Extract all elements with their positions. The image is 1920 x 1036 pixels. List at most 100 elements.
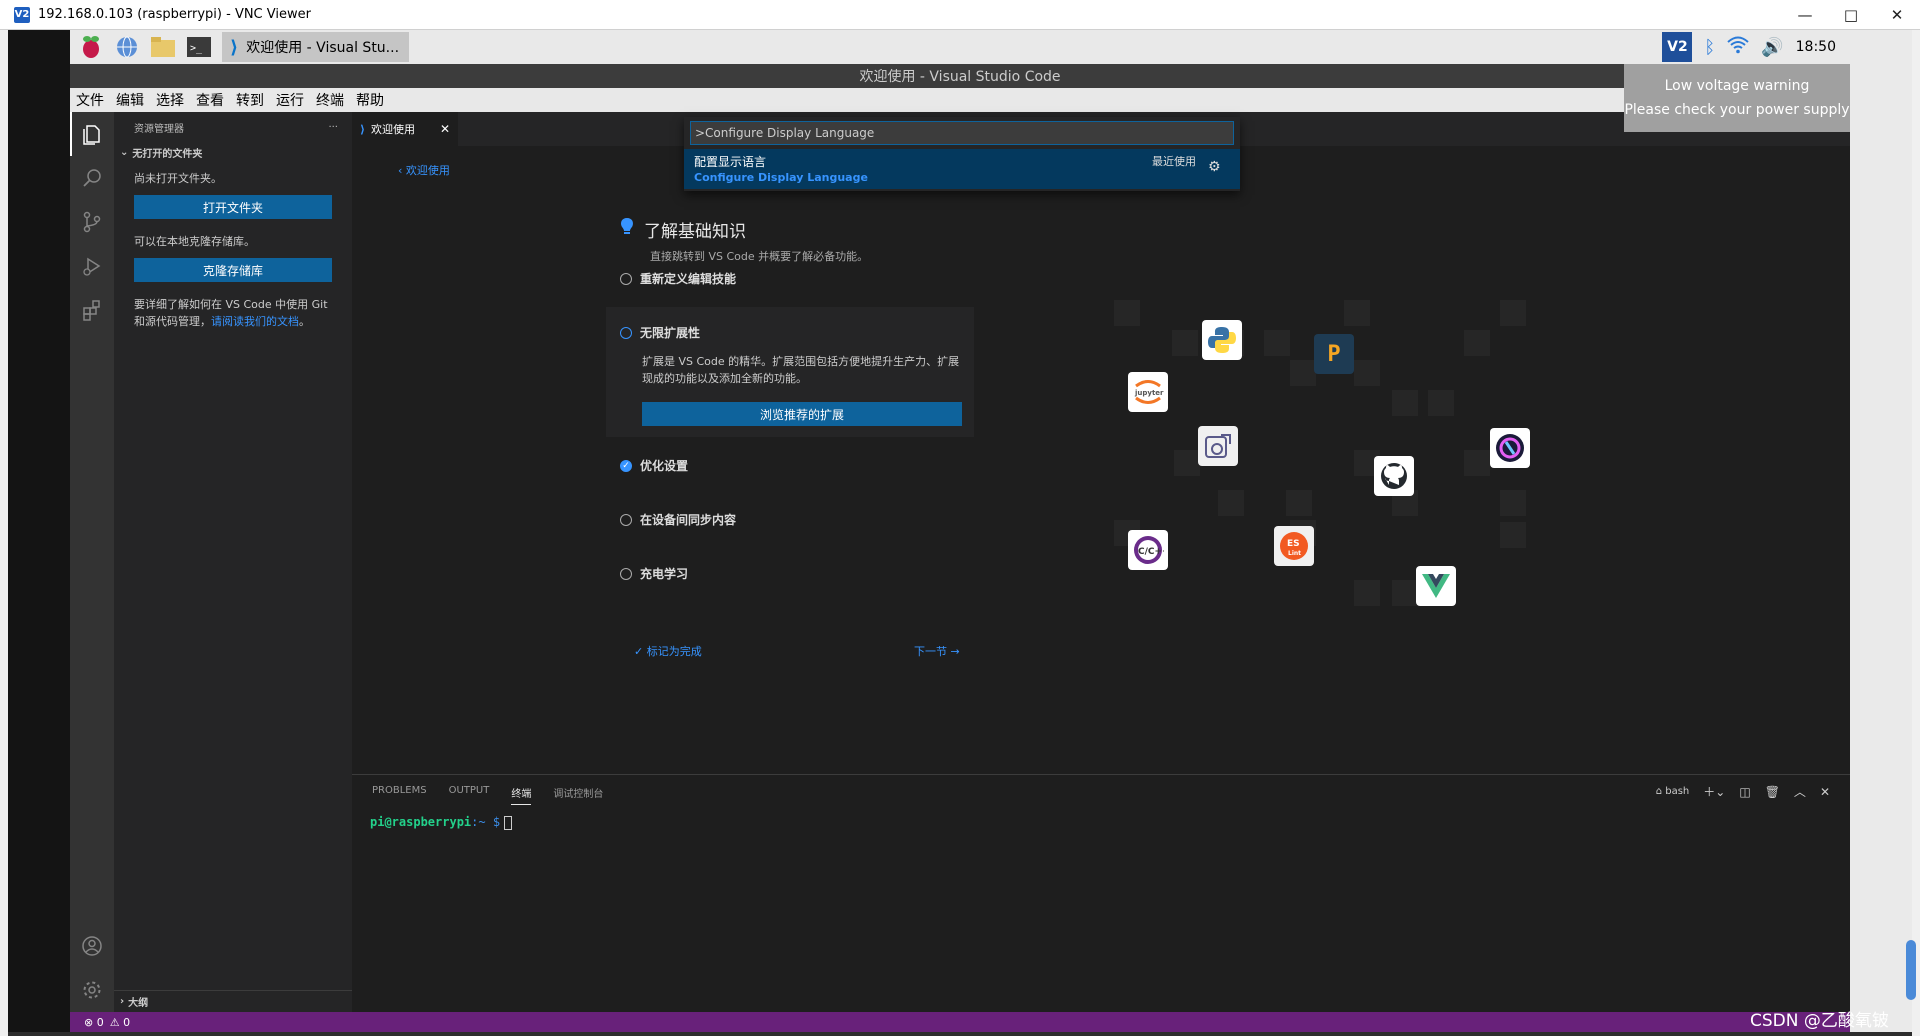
step-label: 重新定义编辑技能 — [640, 272, 737, 286]
low-voltage-notification[interactable]: Low voltage warning Please check your po… — [1624, 64, 1850, 132]
new-terminal-plus-icon[interactable]: ＋⌄ — [1703, 783, 1725, 800]
clone-text: 可以在本地克隆存储库。 — [134, 235, 255, 248]
tab-close-icon[interactable]: ✕ — [440, 122, 450, 136]
sidebar-more-icon[interactable]: ··· — [328, 122, 338, 133]
shell-name: bash — [1665, 786, 1690, 797]
prompt-dollar: $ — [492, 815, 501, 829]
gitlens-icon — [1490, 428, 1530, 468]
clone-repo-button[interactable]: 克隆存储库 — [134, 258, 332, 282]
palette-item-configure-language[interactable]: 配置显示语言 Configure Display Language 最近使用 ⚙ — [684, 149, 1240, 189]
menu-run[interactable]: 运行 — [270, 90, 310, 110]
raspberry-menu-icon[interactable] — [76, 33, 106, 61]
menu-help[interactable]: 帮助 — [350, 90, 390, 110]
status-bar: ⊗ 0 ⚠ 0 — [70, 1012, 1850, 1032]
outline-section-header[interactable]: › 大纲 — [114, 990, 352, 1012]
outline-title: 大纲 — [128, 998, 149, 1009]
walkthrough-header: 了解基础知识 — [620, 217, 1000, 242]
checkmark-icon: ✓ — [634, 645, 647, 658]
menu-file[interactable]: 文件 — [70, 90, 110, 110]
bottom-panel: PROBLEMS OUTPUT 终端 调试控制台 ⌂ bash ＋⌄ ◫ 🗑 ︿… — [352, 774, 1850, 1012]
menu-selection[interactable]: 选择 — [150, 90, 190, 110]
vscode-menubar: 文件 编辑 选择 查看 转到 运行 终端 帮助 — [70, 88, 1850, 112]
system-tray: V2 ᛒ 🔊 18:50 — [1662, 30, 1850, 64]
close-panel-icon[interactable]: ✕ — [1820, 785, 1830, 799]
taskbar-vscode-task[interactable]: ⟩ 欢迎使用 - Visual Stu... — [222, 32, 410, 62]
terminal-output[interactable]: pi@raspberrypi:~ $ — [370, 815, 513, 830]
terminal-shell-icon: ⌂ — [1655, 786, 1666, 797]
bg-tile — [1464, 450, 1490, 476]
csdn-watermark: CSDN @乙酸氧铍 — [1750, 1011, 1889, 1031]
step-learn[interactable]: 充电学习 — [620, 565, 688, 582]
menu-edit[interactable]: 编辑 — [110, 90, 150, 110]
jupyter-icon: jupyter — [1128, 372, 1168, 412]
minimize-button[interactable]: — — [1782, 0, 1828, 30]
maximize-button[interactable]: □ — [1828, 0, 1874, 30]
command-palette-input[interactable]: >Configure Display Language — [690, 121, 1234, 145]
lightbulb-icon — [620, 217, 634, 242]
bluetooth-icon[interactable]: ᛒ — [1704, 37, 1715, 58]
step-extensions[interactable]: 无限扩展性 — [620, 324, 700, 341]
explorer-icon[interactable] — [70, 112, 114, 156]
step-extensions-description: 扩展是 VS Code 的精华。扩展范围包括方便地提升生产力、扩展现成的功能以及… — [642, 355, 960, 385]
no-folder-section-header[interactable]: ⌄ 无打开的文件夹 — [114, 142, 352, 162]
step-label: 无限扩展性 — [640, 326, 701, 340]
sidebar-header: 资源管理器 ··· — [114, 112, 352, 142]
terminal-icon[interactable]: >_ — [184, 33, 214, 61]
tab-terminal[interactable]: 终端 — [511, 785, 532, 805]
extensions-icon[interactable] — [70, 288, 114, 332]
menu-go[interactable]: 转到 — [230, 90, 270, 110]
kill-terminal-trash-icon[interactable]: 🗑 — [1765, 785, 1780, 799]
volume-icon[interactable]: 🔊 — [1761, 37, 1783, 58]
problems-warnings-count[interactable]: ⚠ 0 — [110, 1016, 130, 1029]
svg-text:jupyter: jupyter — [1134, 389, 1164, 397]
step-label: 优化设置 — [640, 459, 689, 473]
bg-tile — [1344, 300, 1370, 326]
tab-debug-console[interactable]: 调试控制台 — [553, 785, 603, 805]
tab-output[interactable]: OUTPUT — [449, 785, 490, 805]
settings-gear-icon[interactable] — [70, 968, 114, 1012]
open-folder-button[interactable]: 打开文件夹 — [134, 195, 332, 219]
step-optimize-settings[interactable]: ✓ 优化设置 — [620, 457, 688, 474]
github-icon — [1374, 456, 1414, 496]
configure-keybinding-gear-icon[interactable]: ⚙ — [1208, 159, 1221, 175]
source-control-icon[interactable] — [70, 200, 114, 244]
mark-done-link[interactable]: ✓ 标记为完成 — [634, 643, 702, 659]
terminal-shell-selector[interactable]: ⌂ bash — [1656, 786, 1690, 797]
sidebar-title: 资源管理器 — [134, 123, 184, 135]
maximize-panel-chevron-up-icon[interactable]: ︿ — [1794, 783, 1806, 800]
panel-tabs: PROBLEMS OUTPUT 终端 调试控制台 — [372, 785, 603, 805]
tab-welcome[interactable]: ⟩ 欢迎使用 ✕ — [352, 112, 458, 146]
split-terminal-icon[interactable]: ◫ — [1739, 785, 1750, 799]
chevron-down-icon: ⌄ — [120, 146, 129, 158]
terminal-cursor — [504, 815, 513, 830]
close-button[interactable]: ✕ — [1874, 0, 1920, 30]
menu-view[interactable]: 查看 — [190, 90, 230, 110]
svg-text:>_: >_ — [190, 43, 203, 54]
git-help-text: 要详细了解如何在 VS Code 中使用 Git 和源代码管理，请阅读我们的文档… — [114, 282, 352, 330]
bg-tile — [1218, 490, 1244, 516]
vnc-server-icon[interactable]: V2 — [1662, 32, 1693, 62]
codetour-glyph: P — [1327, 341, 1341, 367]
next-section-link[interactable]: 下一节 → — [914, 643, 960, 659]
step-sync[interactable]: 在设备间同步内容 — [620, 511, 736, 528]
read-docs-link[interactable]: 请阅读我们的文档 — [211, 315, 299, 328]
problems-errors-count[interactable]: ⊗ 0 — [84, 1016, 104, 1029]
back-to-welcome-link[interactable]: ‹ 欢迎使用 — [398, 162, 450, 178]
vscode-titlebar: 欢迎使用 - Visual Studio Code — [70, 64, 1850, 88]
bg-tile — [1286, 490, 1312, 516]
tab-label: 欢迎使用 — [371, 123, 416, 136]
bg-tile — [1114, 300, 1140, 326]
web-browser-icon[interactable] — [112, 33, 142, 61]
run-debug-icon[interactable] — [70, 244, 114, 288]
search-icon[interactable] — [70, 156, 114, 200]
walkthrough: 了解基础知识 直接跳转到 VS Code 并概要了解必备功能。 重新定义编辑技能… — [606, 217, 1000, 581]
file-manager-icon[interactable] — [148, 33, 178, 61]
accounts-icon[interactable] — [70, 924, 114, 968]
walkthrough-subtitle: 直接跳转到 VS Code 并概要了解必备功能。 — [650, 250, 869, 263]
browse-extensions-button[interactable]: 浏览推荐的扩展 — [642, 402, 962, 426]
step-redefine-editing[interactable]: 重新定义编辑技能 — [620, 270, 736, 287]
tab-problems[interactable]: PROBLEMS — [372, 785, 427, 805]
menu-terminal[interactable]: 终端 — [310, 90, 350, 110]
vnc-scroll-indicator[interactable] — [1906, 940, 1916, 1000]
wifi-icon[interactable] — [1727, 36, 1749, 59]
